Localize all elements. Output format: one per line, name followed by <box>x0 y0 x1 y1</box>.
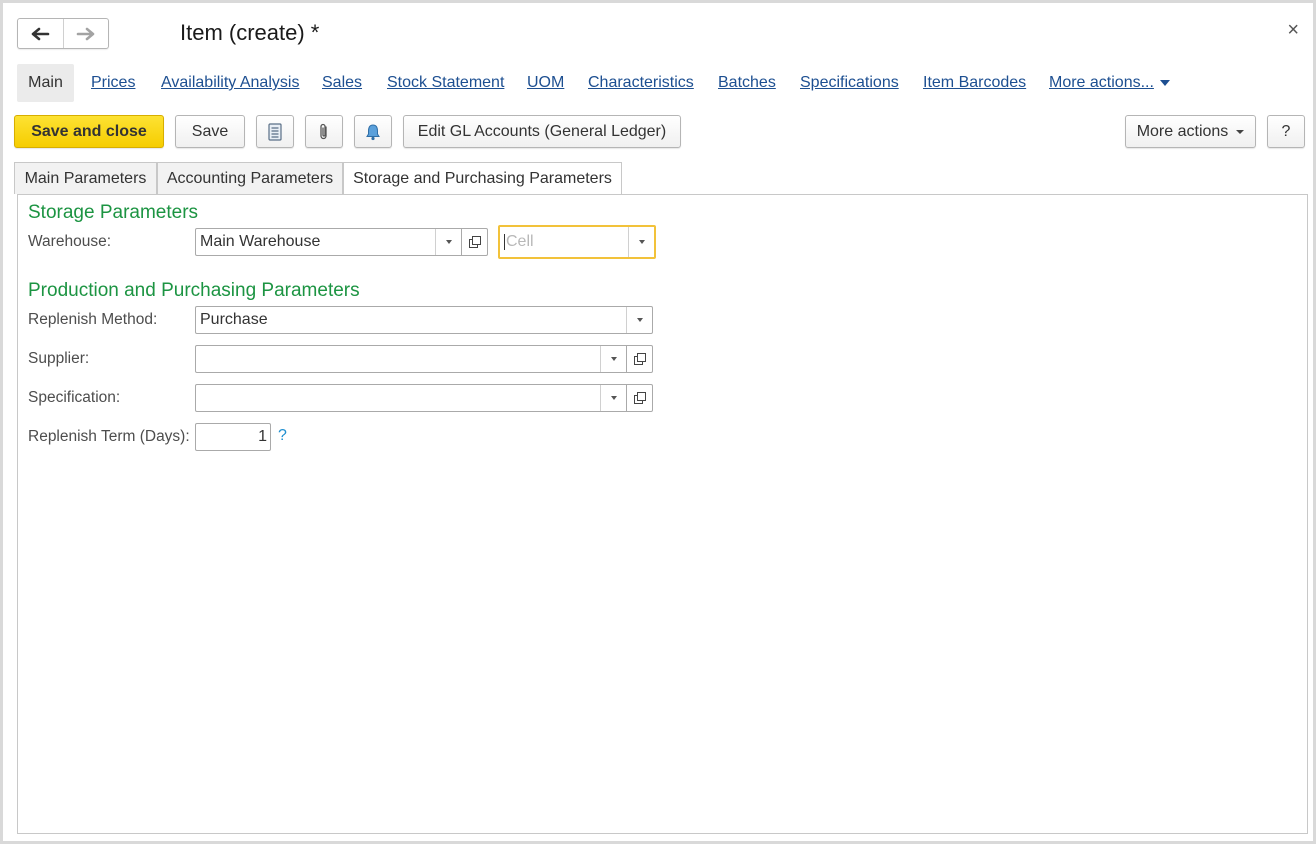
link-more-actions[interactable]: More actions... <box>1049 74 1170 92</box>
specification-dropdown-button[interactable] <box>600 385 626 411</box>
triangle-down-icon <box>1159 79 1170 86</box>
forward-button[interactable] <box>62 19 108 48</box>
replenish-method-label: Replenish Method: <box>28 311 158 328</box>
specification-field[interactable] <box>195 384 653 412</box>
dropdown-arrow-icon <box>638 240 645 244</box>
item-form-window: Item (create) * × Main Prices Availabili… <box>0 0 1316 844</box>
dropdown-arrow-icon <box>610 357 617 361</box>
supplier-dropdown-button[interactable] <box>600 346 626 372</box>
dropdown-arrow-icon <box>610 396 617 400</box>
warehouse-value: Main Warehouse <box>200 233 321 250</box>
open-window-icon <box>633 392 646 404</box>
replenish-term-input[interactable]: 1 <box>195 423 271 451</box>
link-sales[interactable]: Sales <box>322 74 362 92</box>
chevron-down-icon <box>1236 129 1245 134</box>
replenish-method-field[interactable]: Purchase <box>195 306 653 334</box>
supplier-value[interactable] <box>196 346 600 372</box>
link-availability-analysis[interactable]: Availability Analysis <box>161 74 299 92</box>
link-more-actions-label: More actions... <box>1049 74 1154 91</box>
arrow-left-icon <box>32 27 50 40</box>
attach-file-button[interactable] <box>305 115 343 148</box>
cell-field[interactable]: Cell <box>498 225 656 259</box>
warehouse-field[interactable]: Main Warehouse <box>195 228 488 256</box>
text-cursor <box>504 234 505 250</box>
replenish-term-label: Replenish Term (Days): <box>28 428 190 445</box>
tab-storage-purchasing-parameters[interactable]: Storage and Purchasing Parameters <box>343 162 622 195</box>
help-question-icon[interactable]: ? <box>278 427 287 445</box>
link-specifications[interactable]: Specifications <box>800 74 899 92</box>
save-button[interactable]: Save <box>175 115 245 148</box>
tab-main-parameters[interactable]: Main Parameters <box>14 162 157 194</box>
warehouse-label: Warehouse: <box>28 233 111 250</box>
more-actions-label: More actions <box>1136 122 1229 140</box>
link-item-barcodes[interactable]: Item Barcodes <box>923 74 1026 92</box>
save-and-close-button[interactable]: Save and close <box>14 115 164 148</box>
production-purchasing-heading: Production and Purchasing Parameters <box>28 280 360 301</box>
tab-accounting-parameters[interactable]: Accounting Parameters <box>157 162 343 194</box>
link-stock-statement[interactable]: Stock Statement <box>387 74 504 92</box>
link-uom[interactable]: UOM <box>527 74 564 92</box>
dropdown-arrow-icon <box>636 318 643 322</box>
specification-label: Specification: <box>28 389 121 406</box>
report-button[interactable] <box>256 115 294 148</box>
open-window-icon <box>633 353 646 365</box>
open-window-icon <box>468 236 481 248</box>
close-icon[interactable]: × <box>1287 19 1299 42</box>
link-characteristics[interactable]: Characteristics <box>588 74 694 92</box>
cell-input[interactable]: Cell <box>500 227 628 257</box>
page-title: Item (create) * <box>180 20 320 45</box>
supplier-field[interactable] <box>195 345 653 373</box>
supplier-open-button[interactable] <box>626 346 652 372</box>
paperclip-icon <box>320 123 327 139</box>
reminder-button[interactable] <box>354 115 392 148</box>
specification-value[interactable] <box>196 385 600 411</box>
link-prices[interactable]: Prices <box>91 74 135 92</box>
link-main[interactable]: Main <box>17 64 74 102</box>
specification-open-button[interactable] <box>626 385 652 411</box>
help-button[interactable]: ? <box>1267 115 1305 148</box>
history-navigation <box>17 18 109 49</box>
more-actions-button[interactable]: More actions <box>1125 115 1256 148</box>
warehouse-dropdown-button[interactable] <box>435 229 461 255</box>
replenish-method-value: Purchase <box>200 311 268 328</box>
warehouse-open-button[interactable] <box>461 229 487 255</box>
arrow-right-icon <box>76 27 95 40</box>
cell-placeholder: Cell <box>506 233 534 250</box>
replenish-method-dropdown-button[interactable] <box>626 307 652 333</box>
cell-dropdown-button[interactable] <box>628 227 654 257</box>
storage-parameters-heading: Storage Parameters <box>28 202 199 223</box>
back-button[interactable] <box>18 19 63 48</box>
dropdown-arrow-icon <box>445 240 452 244</box>
supplier-label: Supplier: <box>28 350 90 367</box>
edit-gl-accounts-button[interactable]: Edit GL Accounts (General Ledger) <box>403 115 681 148</box>
bell-icon <box>366 123 380 140</box>
link-batches[interactable]: Batches <box>718 74 776 92</box>
document-list-icon <box>268 122 282 141</box>
